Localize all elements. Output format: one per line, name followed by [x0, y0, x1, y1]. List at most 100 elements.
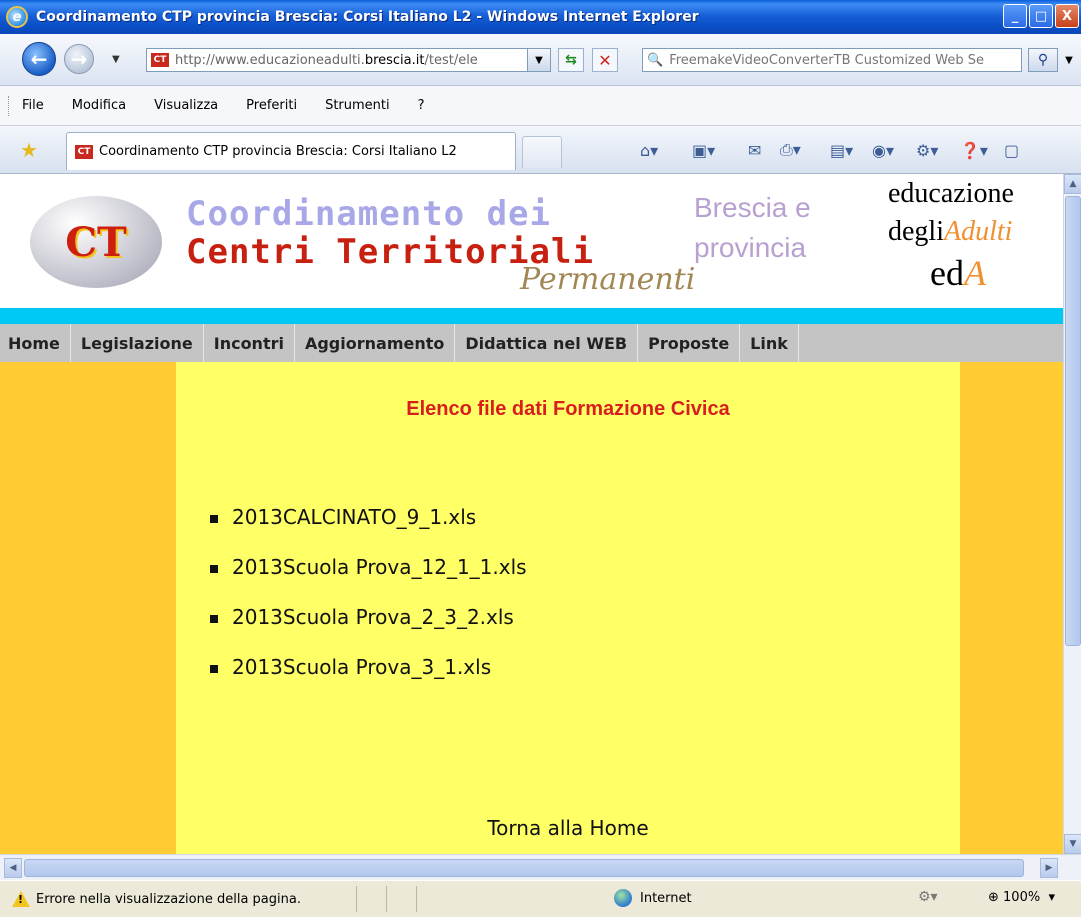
address-toolbar: ← → ▼ CT http://www.educazioneadulti.bre… — [0, 34, 1081, 86]
maximize-button[interactable]: □ — [1029, 4, 1053, 28]
horizontal-scroll-thumb[interactable] — [24, 859, 1024, 877]
bullet-icon — [210, 665, 218, 673]
right-column — [960, 362, 1063, 854]
nav-link[interactable]: Link — [740, 324, 799, 362]
left-column — [0, 362, 176, 854]
favorites-star-icon[interactable]: ★ — [20, 138, 38, 162]
nav-proposte[interactable]: Proposte — [638, 324, 741, 362]
page-title: Elenco file dati Formazione Civica — [406, 398, 730, 420]
main-content: Elenco file dati Formazione Civica 2013C… — [176, 362, 960, 854]
address-bar[interactable]: CT http://www.educazioneadulti.brescia.i… — [146, 48, 551, 72]
page-menu-icon[interactable]: ▤▾ — [830, 138, 853, 162]
menu-modifica[interactable]: Modifica — [72, 98, 126, 113]
bullet-icon — [210, 615, 218, 623]
file-list-item[interactable]: 2013Scuola Prova_2_3_2.xls — [210, 592, 527, 642]
globe-icon — [614, 889, 632, 907]
file-link[interactable]: 2013CALCINATO_9_1.xls — [232, 505, 476, 529]
nav-incontri[interactable]: Incontri — [204, 324, 295, 362]
horizontal-scrollbar[interactable]: ◀ ▶ — [0, 854, 1081, 880]
page-viewport: CT Coordinamento dei Centri Territoriali… — [0, 174, 1063, 854]
file-list: 2013CALCINATO_9_1.xls 2013Scuola Prova_1… — [210, 492, 527, 692]
nav-home[interactable]: Home — [0, 324, 71, 362]
nav-legislazione[interactable]: Legislazione — [71, 324, 204, 362]
eda-logo-line3: edA — [930, 253, 986, 293]
vertical-scroll-thumb[interactable] — [1065, 196, 1081, 646]
stop-button[interactable]: ✕ — [592, 48, 618, 72]
site-nav: Home Legislazione Incontri Aggiornamento… — [0, 324, 1063, 362]
search-box[interactable]: 🔍 — [642, 48, 1022, 72]
nav-aggiornamento[interactable]: Aggiornamento — [295, 324, 456, 362]
warning-icon[interactable]: ! — [12, 891, 30, 907]
help-icon[interactable]: ❓▾ — [960, 138, 988, 162]
back-to-home-link[interactable]: Torna alla Home — [176, 816, 960, 840]
tools-gear-icon[interactable]: ⚙▾ — [916, 138, 938, 162]
menu-visualizza[interactable]: Visualizza — [154, 98, 218, 113]
print-icon[interactable]: ⎙▾ — [780, 138, 801, 162]
window-title: Coordinamento CTP provincia Brescia: Cor… — [36, 9, 699, 25]
vertical-scrollbar[interactable]: ▲ ▼ — [1063, 174, 1081, 854]
home-icon[interactable]: ⌂▾ — [640, 138, 658, 162]
search-input[interactable] — [669, 52, 1010, 68]
tab-active[interactable]: CT Coordinamento CTP provincia Brescia: … — [66, 132, 516, 170]
zoom-level[interactable]: ⊕ 100% ▾ — [988, 890, 1055, 905]
file-list-item[interactable]: 2013CALCINATO_9_1.xls — [210, 492, 527, 542]
status-bar: ! Errore nella visualizzazione della pag… — [0, 880, 1081, 917]
menu-help[interactable]: ? — [418, 98, 425, 113]
file-list-item[interactable]: 2013Scuola Prova_12_1_1.xls — [210, 542, 527, 592]
feeds-icon[interactable]: ▣▾ — [692, 138, 715, 162]
file-link[interactable]: 2013Scuola Prova_3_1.xls — [232, 655, 491, 679]
menu-bar: File Modifica Visualizza Preferiti Strum… — [0, 86, 1081, 126]
menu-file[interactable]: File — [22, 98, 44, 113]
status-divider — [386, 886, 416, 912]
minimize-button[interactable]: _ — [1003, 4, 1027, 28]
research-icon[interactable]: ▢ — [1004, 138, 1019, 162]
file-list-item[interactable]: 2013Scuola Prova_3_1.xls — [210, 642, 527, 692]
banner-city-line1: Brescia e — [694, 192, 811, 223]
scroll-down-icon[interactable]: ▼ — [1064, 834, 1081, 854]
close-button[interactable]: X — [1055, 4, 1079, 28]
site-banner: CT Coordinamento dei Centri Territoriali… — [0, 174, 1063, 308]
scroll-right-icon[interactable]: ▶ — [1040, 858, 1058, 878]
eda-logo-line2: degliAdulti — [888, 216, 1013, 247]
menu-strumenti[interactable]: Strumenti — [325, 98, 390, 113]
nav-didattica-nel-web[interactable]: Didattica nel WEB — [455, 324, 639, 362]
new-tab-button[interactable] — [522, 136, 562, 168]
banner-title-line3: Permanenti — [520, 262, 696, 297]
banner-divider — [0, 308, 1063, 324]
tab-favicon-icon: CT — [75, 144, 93, 159]
title-bar: e Coordinamento CTP provincia Brescia: C… — [0, 0, 1081, 34]
ie-logo-icon: e — [6, 6, 28, 28]
status-message[interactable]: Errore nella visualizzazione della pagin… — [36, 892, 356, 907]
bullet-icon — [210, 515, 218, 523]
history-dropdown-icon[interactable]: ▼ — [112, 54, 120, 65]
banner-city-line2: provincia — [694, 232, 807, 263]
protected-mode-icon[interactable]: ⚙▾ — [918, 889, 938, 905]
safety-icon[interactable]: ◉▾ — [872, 138, 894, 162]
scroll-left-icon[interactable]: ◀ — [4, 858, 22, 878]
zone-label: Internet — [640, 890, 692, 906]
tab-toolbar: ★ CT Coordinamento CTP provincia Brescia… — [0, 126, 1081, 174]
back-button[interactable]: ← — [22, 42, 56, 76]
ctp-logo: CT — [30, 196, 162, 288]
file-link[interactable]: 2013Scuola Prova_12_1_1.xls — [232, 555, 527, 579]
search-provider-icon: 🔍 — [647, 52, 664, 68]
file-link[interactable]: 2013Scuola Prova_2_3_2.xls — [232, 605, 514, 629]
search-options-dropdown-icon[interactable]: ▼ — [1060, 48, 1078, 72]
menu-preferiti[interactable]: Preferiti — [246, 98, 297, 113]
site-favicon-icon: CT — [151, 53, 169, 67]
eda-logo-line1: educazione — [888, 178, 1014, 209]
security-zone[interactable]: Internet — [614, 889, 692, 907]
forward-button[interactable]: → — [64, 44, 94, 74]
address-dropdown-button[interactable]: ▼ — [527, 48, 551, 72]
status-divider — [356, 886, 386, 912]
toolbar-grip — [8, 96, 11, 116]
mail-icon[interactable]: ✉ — [748, 138, 761, 162]
url-text[interactable]: http://www.educazioneadulti.brescia.it/t… — [175, 53, 535, 68]
refresh-button[interactable]: ⇆ — [558, 48, 584, 72]
status-divider — [416, 886, 446, 912]
banner-title-line1: Coordinamento dei — [186, 194, 551, 234]
bullet-icon — [210, 565, 218, 573]
scroll-up-icon[interactable]: ▲ — [1064, 174, 1081, 194]
browser-window: e Coordinamento CTP provincia Brescia: C… — [0, 0, 1081, 917]
search-button[interactable]: ⚲ — [1028, 48, 1058, 72]
